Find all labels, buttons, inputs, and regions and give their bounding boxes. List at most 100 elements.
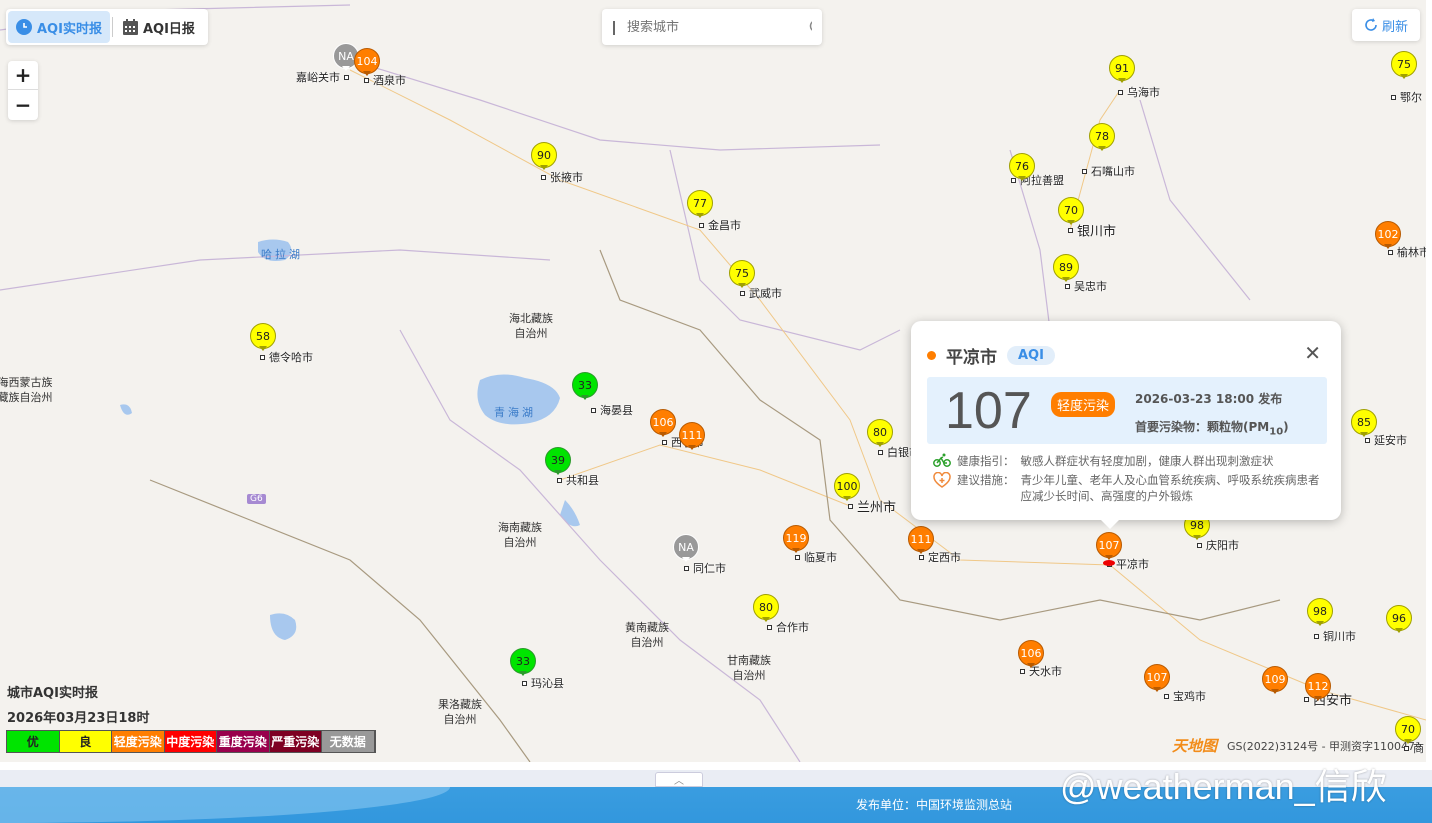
lake-label: 哈拉湖 (261, 248, 303, 261)
health-label: 健康指引： (957, 454, 1015, 468)
aqi-marker[interactable]: 85 (1351, 409, 1377, 437)
city-label: 吴忠市 (1074, 280, 1107, 293)
aqi-marker[interactable]: 77 (687, 190, 713, 218)
level-dot (927, 351, 936, 360)
legend-item: 轻度污染 (112, 731, 165, 752)
city-label: 临夏市 (804, 551, 837, 564)
search-input[interactable] (627, 19, 797, 35)
aqi-marker[interactable]: 109 (1262, 666, 1288, 694)
health-text: 敏感人群症状有轻度加剧，健康人群出现刺激症状 (1020, 454, 1274, 468)
aqi-marker[interactable]: 76 (1009, 153, 1035, 181)
aqi-marker[interactable]: 78 (1089, 123, 1115, 151)
banner-wave (0, 787, 450, 823)
legend-item: 良 (59, 731, 112, 752)
heart-plus-icon (933, 472, 951, 488)
legend-item: 中度污染 (164, 731, 217, 752)
aqi-marker[interactable]: 98 (1307, 598, 1333, 626)
aqi-marker[interactable]: 107 (1096, 532, 1122, 560)
lake-label: 青海湖 (494, 406, 536, 419)
refresh-button[interactable]: 刷新 (1352, 9, 1420, 41)
city-label: 定西市 (928, 551, 961, 564)
expand-toggle[interactable]: ︿ (655, 772, 703, 787)
aqi-marker[interactable]: 33 (572, 372, 598, 400)
city-dot (1391, 95, 1396, 100)
city-label: 鄂尔 (1400, 91, 1422, 104)
zoom-out-button[interactable]: − (8, 90, 38, 119)
close-icon[interactable]: ✕ (1304, 341, 1321, 365)
aqi-marker[interactable]: 119 (783, 525, 809, 553)
aqi-marker[interactable]: 100 (834, 473, 860, 501)
aqi-marker[interactable]: 33 (510, 648, 536, 676)
city-dot (1314, 634, 1319, 639)
aqi-marker[interactable]: 89 (1053, 254, 1079, 282)
publisher: 发布单位：中国环境监测总站 (856, 798, 1013, 812)
aqi-marker[interactable]: 90 (531, 142, 557, 170)
aqi-marker[interactable]: NA (673, 534, 699, 562)
chevron-up-icon: ︿ (674, 776, 684, 787)
aqi-map[interactable]: NA 嘉峪关市 104 酒泉市 90 张掖市 77 金昌市 75 武威市 58 德令哈市 33 海晏县 10… (0, 0, 1426, 762)
calendar-icon (122, 19, 138, 35)
watermark: @weatherman_信欣 (1060, 766, 1387, 807)
zoom-control: + − (8, 61, 38, 120)
report-type-tabs: AQI实时报 AQI日报 (6, 9, 208, 45)
city-dot (1082, 169, 1087, 174)
city-dot (684, 566, 689, 571)
tab-daily-label: AQI日报 (142, 21, 195, 37)
aqi-marker[interactable]: 70 (1395, 716, 1421, 744)
aqi-value: 107 (945, 382, 1032, 440)
pollutant-prefix: 首要污染物：颗粒物(PM (1135, 420, 1270, 434)
aqi-marker[interactable]: 102 (1375, 221, 1401, 249)
health-guide: 健康指引： 敏感人群症状有轻度加剧，健康人群出现刺激症状 (933, 453, 1274, 469)
aqi-marker[interactable]: 112 (1305, 673, 1331, 701)
city-dot (1020, 669, 1025, 674)
legend-item: 严重污染 (269, 731, 322, 752)
city-dot (699, 223, 704, 228)
popup-city: 平凉市 (946, 348, 997, 368)
city-dot (1164, 694, 1169, 699)
legend-item: 重度污染 (217, 731, 270, 752)
tab-daily[interactable]: AQI日报 (115, 11, 203, 43)
advice-label: 建议措施： (957, 473, 1015, 487)
aqi-marker[interactable]: 111 (679, 422, 705, 450)
region-label: 甘南藏族 自治州 (727, 654, 771, 682)
region-label: 果洛藏族 自治州 (438, 698, 482, 726)
city-label: 合作市 (776, 621, 809, 634)
city-label: 延安市 (1374, 434, 1407, 447)
city-dot (1118, 90, 1123, 95)
aqi-marker[interactable]: 58 (250, 323, 276, 351)
city-label: 同仁市 (693, 562, 726, 575)
zoom-in-button[interactable]: + (8, 61, 38, 90)
aqi-marker[interactable]: 75 (1391, 51, 1417, 79)
tab-realtime[interactable]: AQI实时报 (8, 11, 110, 43)
city-label: 榆林市 (1397, 246, 1426, 259)
aqi-marker[interactable]: 80 (867, 419, 893, 447)
aqi-marker[interactable]: 107 (1144, 664, 1170, 692)
region-label: 海北藏族 自治州 (509, 312, 553, 340)
city-label: 银川市 (1077, 224, 1117, 240)
aqi-marker[interactable]: 106 (650, 409, 676, 437)
publish-time: 2026-03-23 18:00 发布 (1135, 392, 1283, 406)
legend-title: 城市AQI实时报 (7, 686, 98, 701)
aqi-marker[interactable]: 91 (1109, 55, 1135, 83)
city-label: 平凉市 (1116, 558, 1149, 571)
city-dot (344, 75, 349, 80)
primary-pollutant: 首要污染物：颗粒物(PM10) (1135, 418, 1289, 437)
city-label: 嘉峪关市 (296, 71, 340, 84)
aqi-marker[interactable]: 104 (354, 48, 380, 76)
aqi-marker[interactable]: 80 (753, 594, 779, 622)
aqi-marker[interactable]: 111 (908, 526, 934, 554)
city-dot (541, 175, 546, 180)
city-dot (1304, 697, 1309, 702)
aqi-marker[interactable]: 106 (1018, 640, 1044, 668)
region-label: 海西蒙古族 藏族自治州 (0, 376, 53, 404)
aqi-marker[interactable]: 39 (545, 447, 571, 475)
aqi-marker[interactable]: 75 (729, 260, 755, 288)
city-search (602, 9, 822, 45)
city-label: 海晏县 (600, 404, 633, 417)
bicycle-icon (933, 453, 951, 467)
refresh-label: 刷新 (1381, 19, 1408, 35)
aqi-marker[interactable]: 70 (1058, 197, 1084, 225)
search-icon[interactable] (809, 19, 812, 35)
aqi-marker[interactable]: 96 (1386, 605, 1412, 633)
aqi-level-badge: 轻度污染 (1051, 392, 1116, 417)
